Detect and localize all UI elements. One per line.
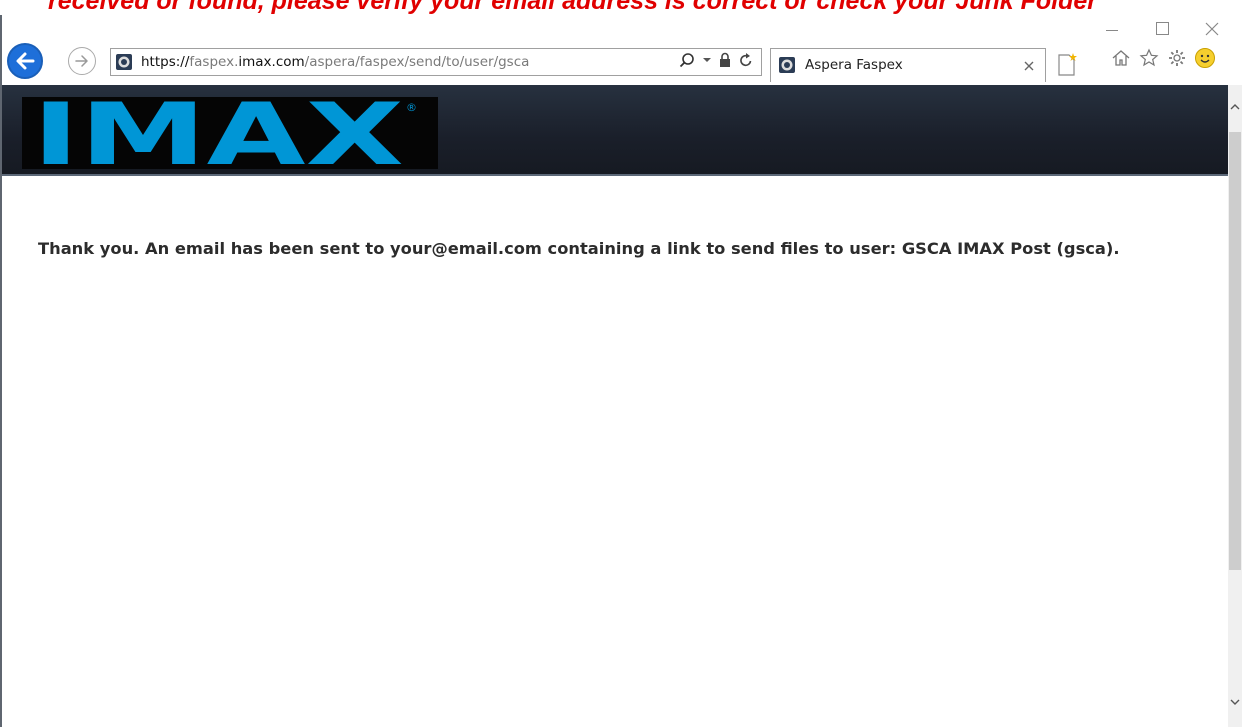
back-button[interactable] <box>7 43 43 79</box>
page-header: IMAX ® <box>2 85 1228 185</box>
arrow-right-icon <box>75 55 88 67</box>
arrow-left-icon <box>16 52 35 70</box>
lock-icon[interactable] <box>719 52 731 73</box>
confirmation-message: Thank you. An email has been sent to you… <box>38 239 1120 258</box>
settings-gear-icon[interactable] <box>1166 47 1188 69</box>
address-bar[interactable]: https://faspex.imax.com/aspera/faspex/se… <box>110 48 762 76</box>
minimize-button[interactable] <box>1092 14 1132 44</box>
site-favicon-icon <box>116 54 132 70</box>
browser-toolbar <box>1110 47 1216 69</box>
imax-logo-graphic: IMAX ® <box>32 85 417 185</box>
refresh-icon[interactable] <box>739 52 753 73</box>
tab-favicon-icon <box>779 57 795 73</box>
new-tab-button[interactable] <box>1054 52 1080 78</box>
url-path: /aspera/faspex/send/to/user/gsca <box>304 54 530 70</box>
favorites-star-icon[interactable] <box>1138 47 1160 69</box>
home-icon[interactable] <box>1110 47 1132 69</box>
scroll-down-icon[interactable] <box>1228 695 1242 709</box>
registered-mark: ® <box>406 101 417 114</box>
tab-title: Aspera Faspex <box>805 57 903 73</box>
close-icon <box>1205 22 1219 36</box>
url-domain: imax.com <box>238 54 305 70</box>
new-tab-icon <box>1058 53 1077 76</box>
feedback-smiley-icon[interactable] <box>1194 47 1216 69</box>
instruction-annotation: received or found, please verify your em… <box>48 0 1098 15</box>
tab-close-icon[interactable] <box>1023 56 1035 77</box>
imax-logo[interactable]: IMAX ® <box>22 85 438 185</box>
dropdown-icon[interactable] <box>703 52 711 73</box>
address-tools <box>679 52 753 72</box>
url-protocol: https:// <box>141 54 190 70</box>
close-window-button[interactable] <box>1192 14 1232 44</box>
search-icon[interactable] <box>679 52 695 73</box>
vertical-scrollbar[interactable] <box>1228 85 1242 727</box>
url-subdomain: faspex. <box>189 54 239 70</box>
tab-aspera-faspex[interactable]: Aspera Faspex <box>770 48 1046 82</box>
imax-logo-text: IMAX <box>32 97 404 169</box>
scroll-up-icon[interactable] <box>1228 100 1242 114</box>
window-controls <box>1092 14 1242 48</box>
maximize-button[interactable] <box>1142 14 1182 44</box>
url-text[interactable]: https://faspex.imax.com/aspera/faspex/se… <box>141 49 529 75</box>
page-content: Thank you. An email has been sent to you… <box>2 178 1228 727</box>
forward-button[interactable] <box>68 47 96 75</box>
scroll-thumb[interactable] <box>1229 132 1241 570</box>
